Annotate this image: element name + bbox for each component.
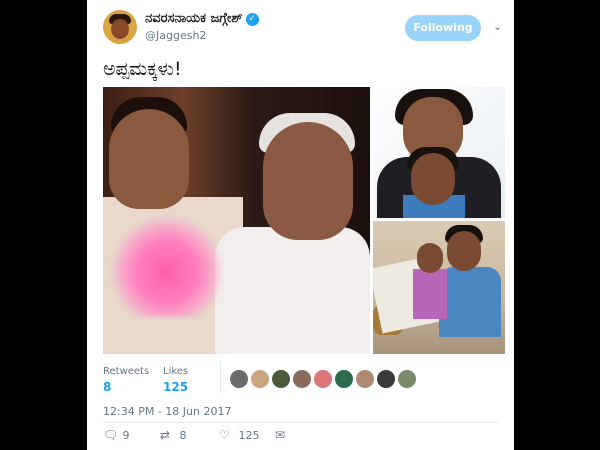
liker-avatar[interactable]	[398, 370, 416, 388]
like-icon: ♡	[219, 428, 230, 442]
retweets-count: 8	[103, 380, 112, 394]
avatar-face	[111, 19, 129, 39]
reply-count: 9	[122, 429, 130, 442]
tweet-media	[103, 87, 505, 354]
photo-shirt	[439, 267, 501, 337]
author-handle[interactable]: @Jaggesh2	[145, 29, 206, 42]
heart-overlay	[111, 217, 223, 317]
message-icon: ✉	[275, 428, 286, 442]
tweet-card: ನವರಸನಾಯಕ ಜಗ್ಗೇಶ್ ✓ @Jaggesh2 Following ⌄ …	[87, 0, 514, 450]
photo-top-right[interactable]	[373, 87, 505, 218]
retweets-stat[interactable]: Retweets 8	[103, 366, 149, 394]
liker-avatar[interactable]	[377, 370, 395, 388]
liker-avatar[interactable]	[293, 370, 311, 388]
reply-button[interactable]: 🗨 9	[103, 428, 130, 442]
reply-icon: 🗨	[103, 428, 119, 442]
likes-stat[interactable]: Likes 125	[163, 366, 188, 394]
tweet-text: ಅಪ್ಪಮಕ್ಕಳು!	[103, 58, 182, 80]
photo-shirt	[413, 269, 447, 319]
retweets-label: Retweets	[103, 366, 150, 377]
chevron-down-icon[interactable]: ⌄	[493, 20, 502, 33]
photo-father-son[interactable]	[103, 87, 370, 354]
liker-avatar[interactable]	[251, 370, 269, 388]
photo-shirt	[215, 227, 370, 354]
liker-avatar[interactable]	[335, 370, 353, 388]
tweet-timestamp[interactable]: 12:34 PM - 18 Jun 2017	[103, 405, 231, 418]
photo-face	[411, 153, 455, 205]
stats-divider	[220, 362, 221, 394]
retweet-icon: ⇄	[160, 428, 171, 442]
direct-message-button[interactable]: ✉	[275, 428, 291, 442]
photo-bottom-right[interactable]	[373, 221, 505, 354]
photo-face	[109, 109, 189, 209]
photo-face	[417, 243, 443, 273]
retweet-count: 8	[179, 429, 187, 442]
liker-avatar[interactable]	[356, 370, 374, 388]
author-display-name[interactable]: ನವರಸನಾಯಕ ಜಗ್ಗೇಶ್	[145, 11, 243, 26]
photo-face	[263, 122, 353, 240]
like-count: 125	[238, 429, 260, 442]
likes-count: 125	[163, 380, 189, 394]
like-button[interactable]: ♡ 125	[219, 428, 260, 442]
liker-avatar[interactable]	[314, 370, 332, 388]
author-name[interactable]: ನವರಸನಾಯಕ ಜಗ್ಗೇಶ್ ✓	[145, 11, 259, 26]
liker-avatar[interactable]	[230, 370, 248, 388]
photo-face	[447, 231, 481, 271]
verified-badge-icon: ✓	[245, 13, 259, 26]
likes-label: Likes	[163, 366, 189, 377]
actions-divider	[103, 422, 498, 423]
avatar[interactable]	[103, 10, 137, 44]
retweet-button[interactable]: ⇄ 8	[160, 428, 187, 442]
following-button[interactable]: Following	[405, 15, 481, 41]
liker-avatar[interactable]	[272, 370, 290, 388]
